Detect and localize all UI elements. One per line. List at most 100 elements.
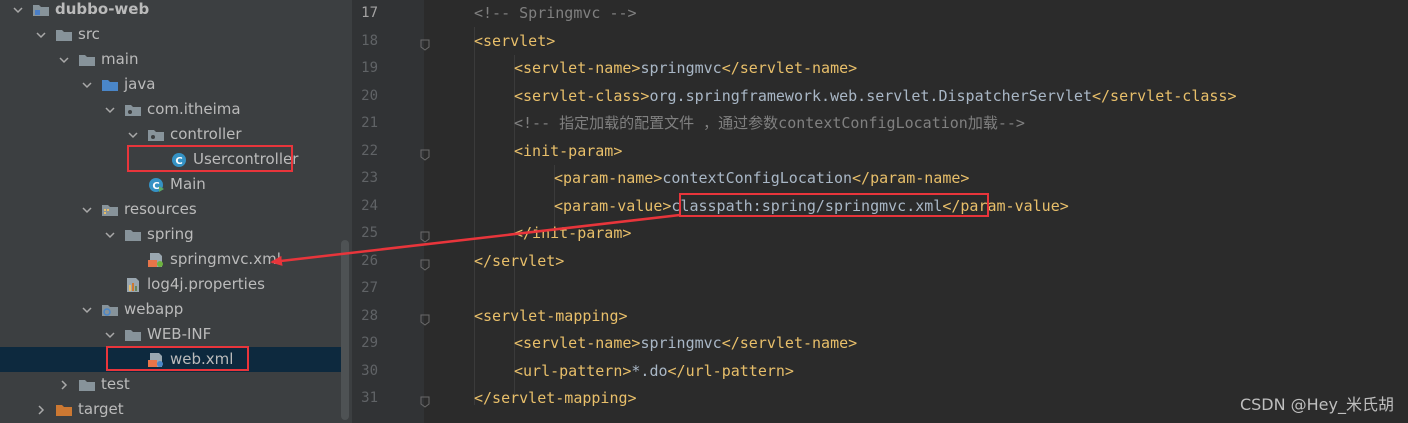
tree-item-main[interactable]: main [0, 47, 341, 72]
tree-item-label: springmvc.xml [170, 250, 281, 268]
chevron-down-icon[interactable] [81, 197, 93, 222]
tree-item-dubbo-web[interactable]: dubbo-web [0, 0, 341, 22]
xml-text: *.do [631, 361, 668, 380]
line-number: 21 [361, 115, 378, 131]
line-number: 27 [361, 280, 378, 296]
fold-marker-icon[interactable] [420, 228, 430, 243]
line-number: 20 [361, 87, 378, 104]
tree-item-src[interactable]: src [0, 22, 341, 47]
tree-item-label: java [124, 75, 156, 93]
spring-xml-icon [147, 252, 165, 268]
svg-text:C: C [152, 181, 159, 192]
xml-text: org.springframework.web.servlet.Dispatch… [649, 86, 1092, 105]
highlight-box-usercontroller [127, 145, 293, 172]
xml-tag: </servlet-name> [721, 334, 858, 352]
tree-item-label: dubbo-web [55, 0, 150, 18]
fold-marker-icon[interactable] [420, 36, 430, 51]
folder-icon [55, 27, 73, 43]
line-number: 19 [361, 60, 378, 76]
line-number: 30 [361, 362, 378, 379]
fold-marker-icon[interactable] [420, 393, 430, 408]
tree-item-controller[interactable]: controller [0, 122, 341, 147]
line-number: 17 [361, 5, 378, 21]
tree-item-springmvc-xml[interactable]: springmvc.xml [0, 247, 341, 272]
xml-tag: <servlet-class> [514, 86, 650, 105]
code-line[interactable]: <servlet-mapping> [474, 303, 628, 330]
xml-tag: <servlet-mapping> [474, 306, 628, 325]
tree-item-label: webapp [124, 300, 184, 318]
chevron-down-icon[interactable] [58, 47, 70, 72]
xml-tag: </servlet> [474, 251, 565, 270]
tree-item-java[interactable]: java [0, 72, 341, 97]
code-line[interactable]: <servlet-class>org.springframework.web.s… [514, 83, 1236, 110]
line-number: 31 [361, 390, 378, 406]
watermark-text: CSDN @Hey_米氏胡 [1239, 395, 1394, 414]
tree-item-label: test [101, 375, 130, 393]
xml-tag: <param-name> [554, 169, 663, 187]
chevron-down-icon[interactable] [81, 72, 93, 97]
tree-item-resources[interactable]: resources [0, 197, 341, 222]
folder-icon [78, 52, 96, 68]
tree-item-webapp[interactable]: webapp [0, 297, 341, 322]
code-line[interactable]: <servlet> [474, 28, 555, 55]
fold-marker-icon[interactable] [420, 311, 430, 326]
highlight-box-web-xml [106, 346, 249, 371]
line-number: 23 [361, 170, 378, 186]
tree-item-com-itheima[interactable]: com.itheima [0, 97, 341, 122]
chevron-right-icon[interactable] [58, 372, 70, 397]
tree-scrollbar[interactable] [341, 240, 349, 420]
xml-tag: <servlet> [474, 31, 556, 50]
code-line[interactable]: </init-param> [514, 220, 631, 247]
tree-item-web-inf[interactable]: WEB-INF [0, 322, 341, 347]
chevron-down-icon[interactable] [104, 222, 116, 247]
java-main-class-icon: C [147, 177, 165, 193]
code-line[interactable]: <!-- 指定加载的配置文件 ，通过参数contextConfigLocatio… [514, 110, 1025, 137]
code-line[interactable]: </servlet> [474, 248, 564, 275]
highlight-box-classpath [679, 193, 989, 217]
xml-tag: <servlet-name> [514, 59, 641, 77]
code-line[interactable]: </servlet-mapping> [474, 385, 637, 412]
fold-marker-icon[interactable] [420, 256, 430, 271]
xml-tag: </url-pattern> [667, 361, 794, 380]
xml-comment: <!-- 指定加载的配置文件 ，通过参数contextConfigLocatio… [514, 114, 1025, 132]
tree-item-main[interactable]: C Main [0, 172, 341, 197]
tree-item-spring[interactable]: spring [0, 222, 341, 247]
code-line[interactable]: <servlet-name>springmvc</servlet-name> [514, 330, 857, 357]
tree-item-label: Main [170, 175, 206, 193]
chevron-down-icon[interactable] [12, 0, 24, 22]
xml-text: springmvc [640, 59, 722, 77]
line-number: 22 [361, 142, 378, 159]
resources-folder-icon [101, 202, 119, 218]
code-line[interactable]: <url-pattern>*.do</url-pattern> [514, 358, 794, 385]
chevron-down-icon[interactable] [35, 22, 47, 47]
chevron-down-icon[interactable] [127, 122, 139, 147]
chevron-right-icon[interactable] [35, 397, 47, 422]
code-line[interactable]: <servlet-name>springmvc</servlet-name> [514, 55, 857, 82]
tree-item-log4j-properties[interactable]: log4j.properties [0, 272, 341, 297]
module-folder-icon [32, 2, 50, 18]
tree-item-test[interactable]: test [0, 372, 341, 397]
xml-tag: </param-name> [852, 169, 970, 187]
code-line[interactable]: <param-name>contextConfigLocation</param… [554, 165, 969, 192]
tree-item-label: controller [170, 125, 242, 143]
code-editor[interactable]: 17 18 19 20 21 22 23 24 25 26 27 28 29 30 31 <!-- Spri… [352, 0, 1408, 423]
source-folder-icon [101, 77, 119, 93]
tree-item-label: src [78, 25, 100, 43]
chevron-down-icon[interactable] [104, 322, 116, 347]
tree-item-label: target [78, 400, 124, 418]
xml-tag: <init-param> [514, 141, 623, 160]
tree-item-label: main [101, 50, 139, 68]
line-number: 29 [361, 335, 378, 351]
folder-icon [124, 327, 142, 343]
tree-item-target[interactable]: target [0, 397, 341, 422]
fold-marker-icon[interactable] [420, 146, 430, 161]
code-line[interactable]: <init-param> [514, 138, 622, 165]
chevron-down-icon[interactable] [104, 97, 116, 122]
xml-tag: <url-pattern> [514, 361, 632, 380]
xml-tag: </servlet-class> [1091, 86, 1237, 105]
xml-tag: <servlet-name> [514, 334, 641, 352]
chevron-down-icon[interactable] [81, 297, 93, 322]
code-line[interactable]: <!-- Springmvc --> [474, 0, 637, 27]
xml-tag: </servlet-name> [721, 59, 858, 77]
tree-item-label: spring [147, 225, 194, 243]
